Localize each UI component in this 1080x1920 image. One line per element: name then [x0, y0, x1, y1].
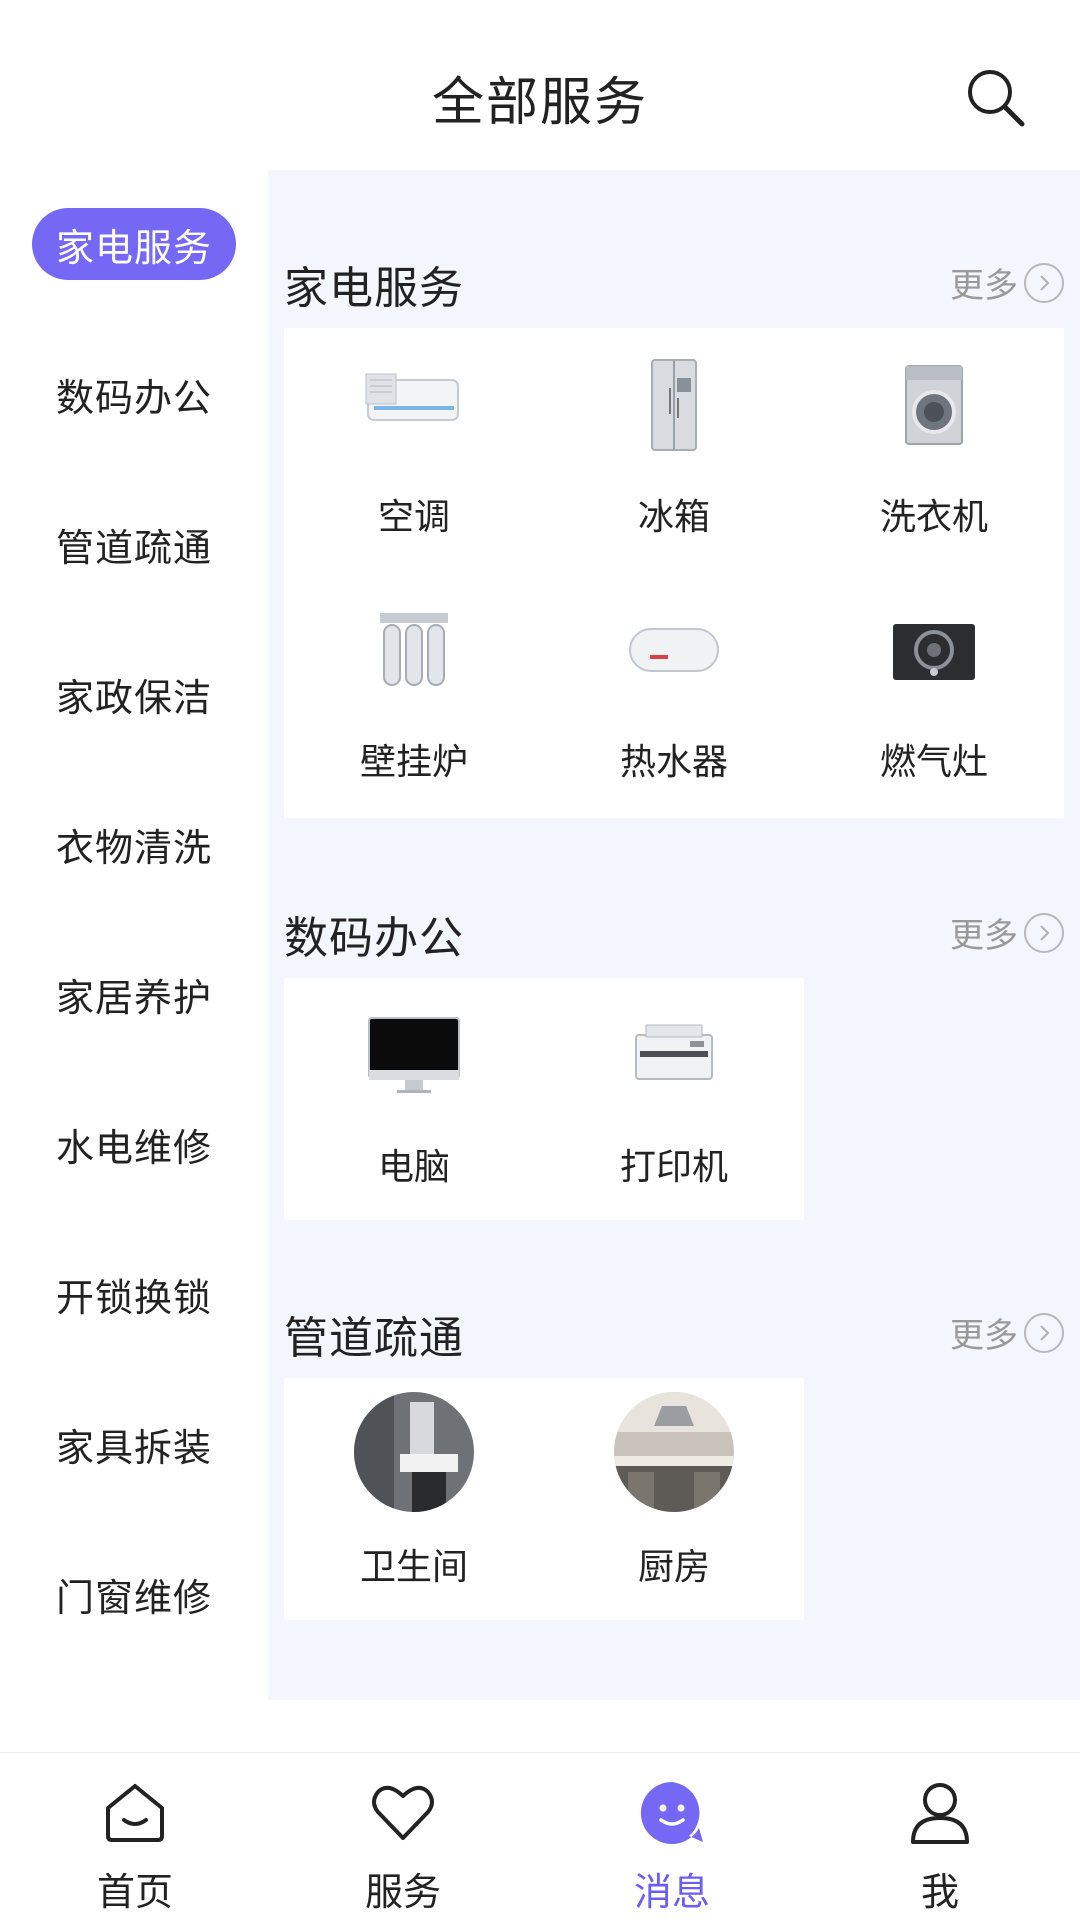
service-item-printer[interactable]: 打印机	[544, 978, 804, 1218]
next-section-card	[268, 1700, 1068, 1760]
header: 全部服务	[0, 0, 1080, 170]
more-button-pipe-dredging[interactable]: 更多	[950, 1308, 1064, 1357]
service-item-label: 冰箱	[637, 497, 710, 538]
service-item-label: 热水器	[619, 742, 728, 783]
service-item-air-conditioner[interactable]: 空调	[284, 328, 544, 568]
more-button-digital-office[interactable]: 更多	[950, 908, 1064, 957]
service-card-appliance: 空调 冰箱 洗衣机 壁挂炉 热水器 燃气灶	[284, 328, 1064, 818]
service-card-digital-office: 电脑 打印机	[284, 978, 804, 1220]
chevron-right-icon	[1024, 1312, 1064, 1353]
search-button[interactable]	[960, 62, 1032, 134]
service-item-label: 打印机	[619, 1147, 728, 1188]
tab-label: 消息	[633, 1870, 710, 1914]
service-item-computer[interactable]: 电脑	[284, 978, 544, 1218]
search-icon	[968, 70, 1025, 127]
service-item-label: 洗衣机	[879, 497, 988, 538]
refrigerator-icon	[624, 356, 724, 456]
computer-icon	[364, 1006, 464, 1106]
tab-me[interactable]: 我	[860, 1773, 1020, 1914]
service-item-washing-machine[interactable]: 洗衣机	[804, 328, 1064, 568]
service-item-refrigerator[interactable]: 冰箱	[544, 328, 804, 568]
sidebar-item-pipe-dredging[interactable]: 管道疏通	[32, 508, 236, 580]
washing-machine-icon	[884, 356, 984, 456]
sidebar-item-digital-office[interactable]: 数码办公	[32, 358, 236, 430]
tab-label: 我	[920, 1870, 959, 1914]
sidebar-item-door-window[interactable]: 门窗维修	[32, 1558, 236, 1630]
service-item-label: 空调	[377, 497, 450, 538]
user-icon	[900, 1773, 980, 1853]
sidebar-item-laundry[interactable]: 衣物清洗	[32, 808, 236, 880]
more-button-appliance[interactable]: 更多	[950, 258, 1064, 307]
service-item-kitchen[interactable]: 厨房	[544, 1378, 804, 1618]
wall-boiler-icon	[364, 601, 464, 701]
bottom-tab-bar: 首页 服务 消息 我	[0, 1752, 1080, 1920]
chevron-right-icon	[1024, 262, 1064, 303]
page-title: 全部服务	[431, 73, 648, 133]
more-label: 更多	[950, 916, 1018, 956]
sidebar-item-appliance[interactable]: 家电服务	[32, 208, 236, 280]
gas-stove-icon	[884, 601, 984, 701]
bathroom-photo-icon	[354, 1392, 474, 1512]
chevron-right-icon	[1024, 912, 1064, 953]
sidebar-item-locksmith[interactable]: 开锁换锁	[32, 1258, 236, 1330]
sidebar-item-home-care[interactable]: 家居养护	[32, 958, 236, 1030]
message-icon	[632, 1773, 712, 1853]
tab-messages[interactable]: 消息	[592, 1773, 752, 1914]
service-item-gas-stove[interactable]: 燃气灶	[804, 573, 1064, 813]
heart-icon	[363, 1773, 443, 1853]
service-item-label: 厨房	[637, 1547, 710, 1588]
tab-label: 首页	[96, 1870, 173, 1914]
water-heater-icon	[624, 601, 724, 701]
section-title-appliance: 家电服务	[284, 263, 464, 314]
sidebar-item-plumbing-electric[interactable]: 水电维修	[32, 1108, 236, 1180]
category-sidebar: 家电服务 数码办公 管道疏通 家政保洁 衣物清洗 家居养护 水电维修 开锁换锁 …	[0, 170, 268, 1750]
service-content: 家电服务 更多 空调 冰箱 洗衣机 壁挂炉 热水器 燃气灶 数码办公 更多 电脑…	[268, 170, 1080, 1700]
service-item-wall-boiler[interactable]: 壁挂炉	[284, 573, 544, 813]
air-conditioner-icon	[364, 356, 464, 456]
tab-service[interactable]: 服务	[323, 1773, 483, 1914]
service-item-water-heater[interactable]: 热水器	[544, 573, 804, 813]
section-title-digital-office: 数码办公	[284, 913, 464, 964]
service-item-bathroom[interactable]: 卫生间	[284, 1378, 544, 1618]
service-card-pipe-dredging: 卫生间 厨房	[284, 1378, 804, 1620]
service-item-label: 电脑	[377, 1147, 450, 1188]
service-item-label: 燃气灶	[879, 742, 988, 783]
sidebar-item-housekeeping[interactable]: 家政保洁	[32, 658, 236, 730]
tab-home[interactable]: 首页	[55, 1773, 215, 1914]
kitchen-photo-icon	[614, 1392, 734, 1512]
printer-icon	[624, 1006, 724, 1106]
more-label: 更多	[950, 1316, 1018, 1356]
home-icon	[95, 1773, 175, 1853]
section-title-pipe-dredging: 管道疏通	[284, 1313, 464, 1364]
service-item-label: 壁挂炉	[359, 742, 468, 783]
more-label: 更多	[950, 266, 1018, 306]
service-item-label: 卫生间	[359, 1547, 468, 1588]
tab-label: 服务	[364, 1870, 441, 1914]
sidebar-item-furniture[interactable]: 家具拆装	[32, 1408, 236, 1480]
